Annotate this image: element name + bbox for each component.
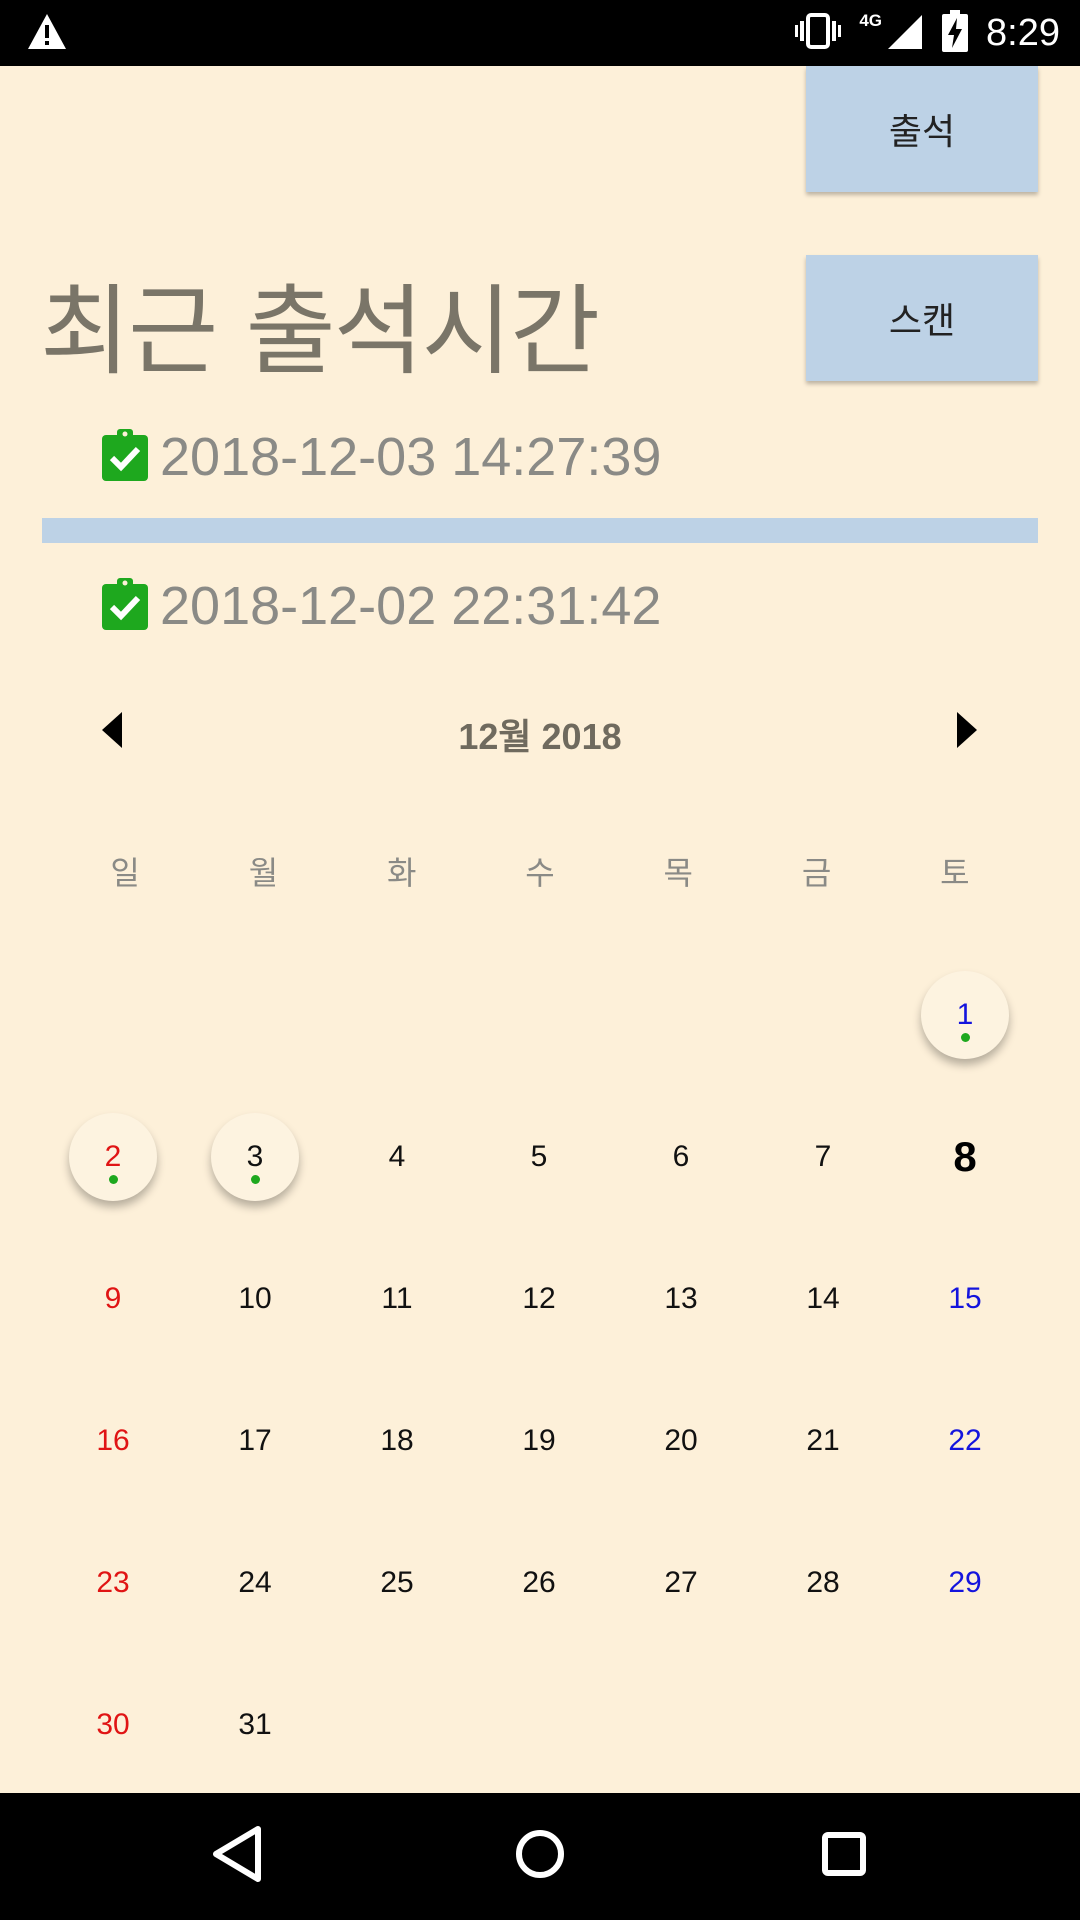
calendar-day[interactable]: 1: [921, 971, 1009, 1059]
calendar-day-number: 2: [104, 1140, 122, 1173]
calendar-day[interactable]: 15: [921, 1255, 1009, 1343]
calendar-day-number: 18: [380, 1424, 414, 1457]
weekday-label: 목: [663, 854, 693, 892]
calendar-header: 12월 2018: [0, 700, 1080, 760]
calendar-day-number: 16: [96, 1424, 130, 1457]
calendar-day-number: 6: [672, 1140, 690, 1173]
calendar-day-number: 26: [522, 1566, 556, 1599]
calendar-day[interactable]: 28: [779, 1539, 867, 1627]
signal-icon: [886, 11, 924, 55]
weekday-header: 일 월 화 수 목 금 토: [56, 848, 1024, 894]
calendar-day-number: 7: [814, 1140, 832, 1173]
attendance-record: 2018-12-02 22:31:42: [100, 576, 661, 636]
calendar-day[interactable]: 23: [69, 1539, 157, 1627]
calendar-day[interactable]: 5: [495, 1113, 583, 1201]
calendar-day[interactable]: 7: [779, 1113, 867, 1201]
calendar-day-number: 14: [806, 1282, 840, 1315]
calendar-day[interactable]: 20: [637, 1397, 725, 1485]
clock: 8:29: [986, 11, 1060, 54]
calendar-day[interactable]: 24: [211, 1539, 299, 1627]
calendar-day[interactable]: 29: [921, 1539, 1009, 1627]
weekday-label: 수: [525, 854, 555, 892]
calendar-day-number: 12: [522, 1282, 556, 1315]
next-month-button[interactable]: [955, 710, 979, 754]
calendar-day-number: 30: [96, 1708, 130, 1741]
calendar-day[interactable]: 2: [69, 1113, 157, 1201]
calendar-day-number: 29: [948, 1566, 982, 1599]
calendar-day-number: 10: [238, 1282, 272, 1315]
calendar-day[interactable]: 22: [921, 1397, 1009, 1485]
calendar-day[interactable]: 17: [211, 1397, 299, 1485]
calendar-day-number: 22: [948, 1424, 982, 1457]
calendar-day[interactable]: 19: [495, 1397, 583, 1485]
weekday-label: 화: [386, 854, 417, 892]
clipboard-check-icon: [100, 429, 150, 485]
recents-icon[interactable]: [814, 1823, 874, 1889]
calendar-day-number: 5: [530, 1140, 548, 1173]
calendar-day[interactable]: 21: [779, 1397, 867, 1485]
calendar-day-number: 27: [664, 1566, 698, 1599]
calendar-day[interactable]: 12: [495, 1255, 583, 1343]
calendar-day[interactable]: 4: [353, 1113, 441, 1201]
calendar-day[interactable]: 27: [637, 1539, 725, 1627]
calendar-day[interactable]: 10: [211, 1255, 299, 1343]
attendance-timestamp: 2018-12-03 14:27:39: [160, 427, 662, 487]
weekday-label: 금: [801, 854, 832, 892]
attendance-dot: [109, 1175, 118, 1184]
clipboard-check-icon: [100, 578, 150, 634]
calendar-day[interactable]: 8: [921, 1113, 1009, 1201]
calendar-month-title: 12월 2018: [458, 716, 622, 757]
warning-icon: [26, 12, 68, 56]
calendar-day-number: 25: [380, 1566, 414, 1599]
navigation-bar: [0, 1793, 1080, 1920]
calendar-day[interactable]: 9: [69, 1255, 157, 1343]
weekday-label: 월: [248, 854, 279, 892]
section-title: 최근 출석시간: [40, 275, 600, 389]
attend-button[interactable]: 출석: [806, 66, 1038, 192]
calendar-day[interactable]: 16: [69, 1397, 157, 1485]
battery-charging-icon: [942, 10, 969, 56]
attendance-dot: [961, 1033, 970, 1042]
calendar-day-number: 11: [381, 1282, 413, 1315]
calendar-day-number: 3: [246, 1140, 264, 1173]
weekday-label: 일: [110, 854, 140, 892]
calendar-day-number: 20: [664, 1424, 698, 1457]
calendar-day[interactable]: 13: [637, 1255, 725, 1343]
calendar-day[interactable]: 11: [353, 1255, 441, 1343]
back-icon[interactable]: [208, 1823, 268, 1889]
calendar-day[interactable]: 30: [69, 1681, 157, 1769]
calendar-day[interactable]: 25: [353, 1539, 441, 1627]
calendar-day-number: 24: [238, 1566, 272, 1599]
divider: [42, 518, 1038, 543]
home-icon[interactable]: [510, 1823, 570, 1889]
calendar-day[interactable]: 3: [211, 1113, 299, 1201]
calendar-day-number: 13: [664, 1282, 698, 1315]
calendar-day[interactable]: 18: [353, 1397, 441, 1485]
calendar-day-number: 4: [388, 1140, 406, 1173]
calendar-day-number: 17: [238, 1424, 272, 1457]
status-bar: 4G 8:29: [0, 0, 1080, 66]
attendance-dot: [251, 1175, 260, 1184]
calendar-day-number: 1: [956, 998, 974, 1031]
calendar-day[interactable]: 26: [495, 1539, 583, 1627]
calendar-day-number: 8: [953, 1133, 977, 1180]
network-type: 4G: [859, 11, 883, 30]
weekday-label: 토: [940, 854, 970, 892]
calendar-day[interactable]: 6: [637, 1113, 725, 1201]
calendar-day-number: 23: [96, 1566, 130, 1599]
calendar-day[interactable]: 31: [211, 1681, 299, 1769]
scan-button[interactable]: 스캔: [806, 255, 1038, 381]
calendar-day-number: 21: [806, 1424, 840, 1457]
calendar-day[interactable]: 14: [779, 1255, 867, 1343]
calendar-day-number: 19: [522, 1424, 556, 1457]
calendar-day-number: 15: [948, 1282, 982, 1315]
calendar-day-number: 9: [104, 1282, 122, 1315]
attendance-timestamp: 2018-12-02 22:31:42: [160, 576, 662, 636]
attendance-record: 2018-12-03 14:27:39: [100, 427, 661, 487]
calendar-day-number: 31: [238, 1708, 272, 1741]
calendar-day-number: 28: [806, 1566, 840, 1599]
vibrate-icon: [795, 11, 842, 55]
